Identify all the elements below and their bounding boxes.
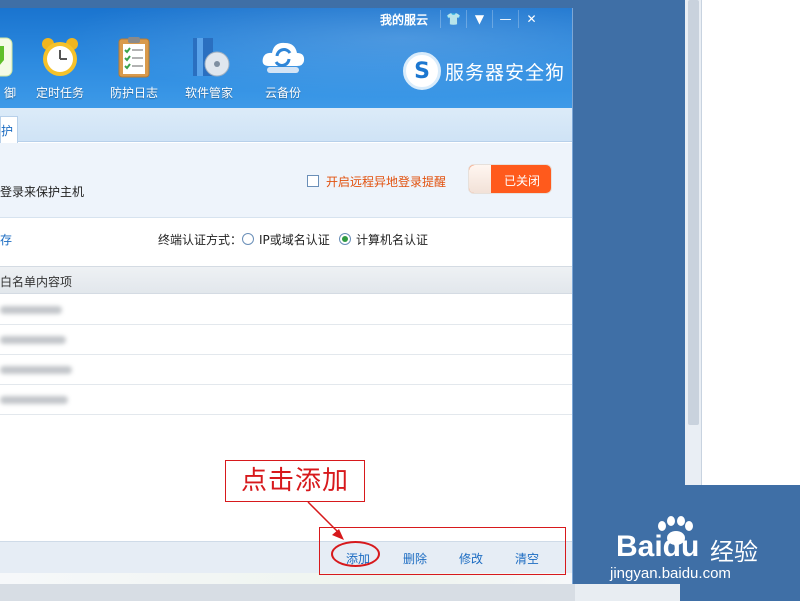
save-link[interactable]: 存 (0, 231, 12, 248)
nav-item-protection-log[interactable]: 防护日志 (102, 34, 166, 104)
radio-ip-auth[interactable] (242, 233, 254, 245)
watermark-text: 经验 (710, 538, 758, 566)
whitelist-header-label: 白名单内容项 (0, 275, 73, 289)
menu-dropdown-icon[interactable]: ▼ (466, 10, 492, 28)
blurred-text (0, 306, 62, 314)
nav-item-software-manager[interactable]: 软件管家 (177, 34, 241, 104)
close-icon[interactable]: ✕ (518, 10, 544, 28)
list-item[interactable] (0, 295, 572, 325)
skin-icon[interactable]: 👕 (440, 10, 466, 28)
cloud-sync-icon (259, 34, 307, 80)
shield-icon (0, 34, 18, 80)
nav-item-scheduled-tasks[interactable]: 定时任务 (28, 34, 92, 104)
auth-method-label: 终端认证方式： (158, 233, 243, 247)
list-item[interactable] (0, 355, 572, 385)
remote-alert-label[interactable]: 开启远程异地登录提醒 (326, 173, 446, 190)
nav-item-defense[interactable]: 御 (0, 34, 26, 104)
blurred-text (0, 396, 68, 404)
clipboard-icon (110, 34, 158, 80)
toggle-label: 已关闭 (503, 174, 540, 188)
blurred-text (0, 366, 72, 374)
annotation-add-ellipse (331, 541, 380, 567)
radio-ip-auth-label[interactable]: IP或域名认证 (259, 231, 330, 248)
radio-computer-name-auth[interactable] (339, 233, 351, 245)
remote-login-description: 登录来保护主机 (0, 185, 85, 199)
toggle-knob (469, 165, 491, 193)
alarm-clock-icon (36, 34, 84, 80)
tab-active[interactable]: 护 (0, 116, 18, 143)
list-item[interactable] (0, 325, 572, 355)
nav-item-cloud-backup[interactable]: 云备份 (251, 34, 315, 104)
watermark-url: jingyan.baidu.com (610, 565, 731, 582)
background-horizontal-scrollbar[interactable] (0, 584, 575, 601)
background-document (685, 0, 800, 485)
remote-alert-toggle[interactable]: 已关闭 (468, 164, 552, 194)
whitelist-header: 白名单内容项 (0, 266, 572, 294)
watermark-logo: Baidu (616, 530, 700, 563)
radio-selected-dot (342, 236, 348, 242)
software-box-icon (185, 34, 233, 80)
my-cloud-link[interactable]: 我的服云 (380, 11, 428, 28)
radio-computer-name-auth-label[interactable]: 计算机名认证 (356, 231, 428, 248)
remote-alert-checkbox[interactable] (307, 175, 319, 187)
title-bar-controls: 我的服云 👕 ▼ — ✕ (380, 10, 544, 28)
blurred-text (0, 336, 66, 344)
brand-name: 服务器安全狗 (445, 61, 566, 84)
tab-bar: 护 (0, 108, 572, 143)
brand-logo: S (403, 52, 441, 90)
remote-login-panel: 登录来保护主机 开启远程异地登录提醒 已关闭 (0, 143, 572, 218)
brand: S 服务器安全狗 (403, 52, 565, 90)
baidu-jingyan-watermark: Baidu 经验 jingyan.baidu.com (590, 510, 790, 590)
minimize-icon[interactable]: — (492, 10, 518, 28)
list-item[interactable] (0, 385, 572, 415)
auth-row: 存 终端认证方式： IP或域名认证 计算机名认证 (0, 219, 572, 263)
annotation-callout: 点击添加 (225, 460, 365, 502)
background-scrollbar-thumb[interactable] (688, 0, 699, 425)
